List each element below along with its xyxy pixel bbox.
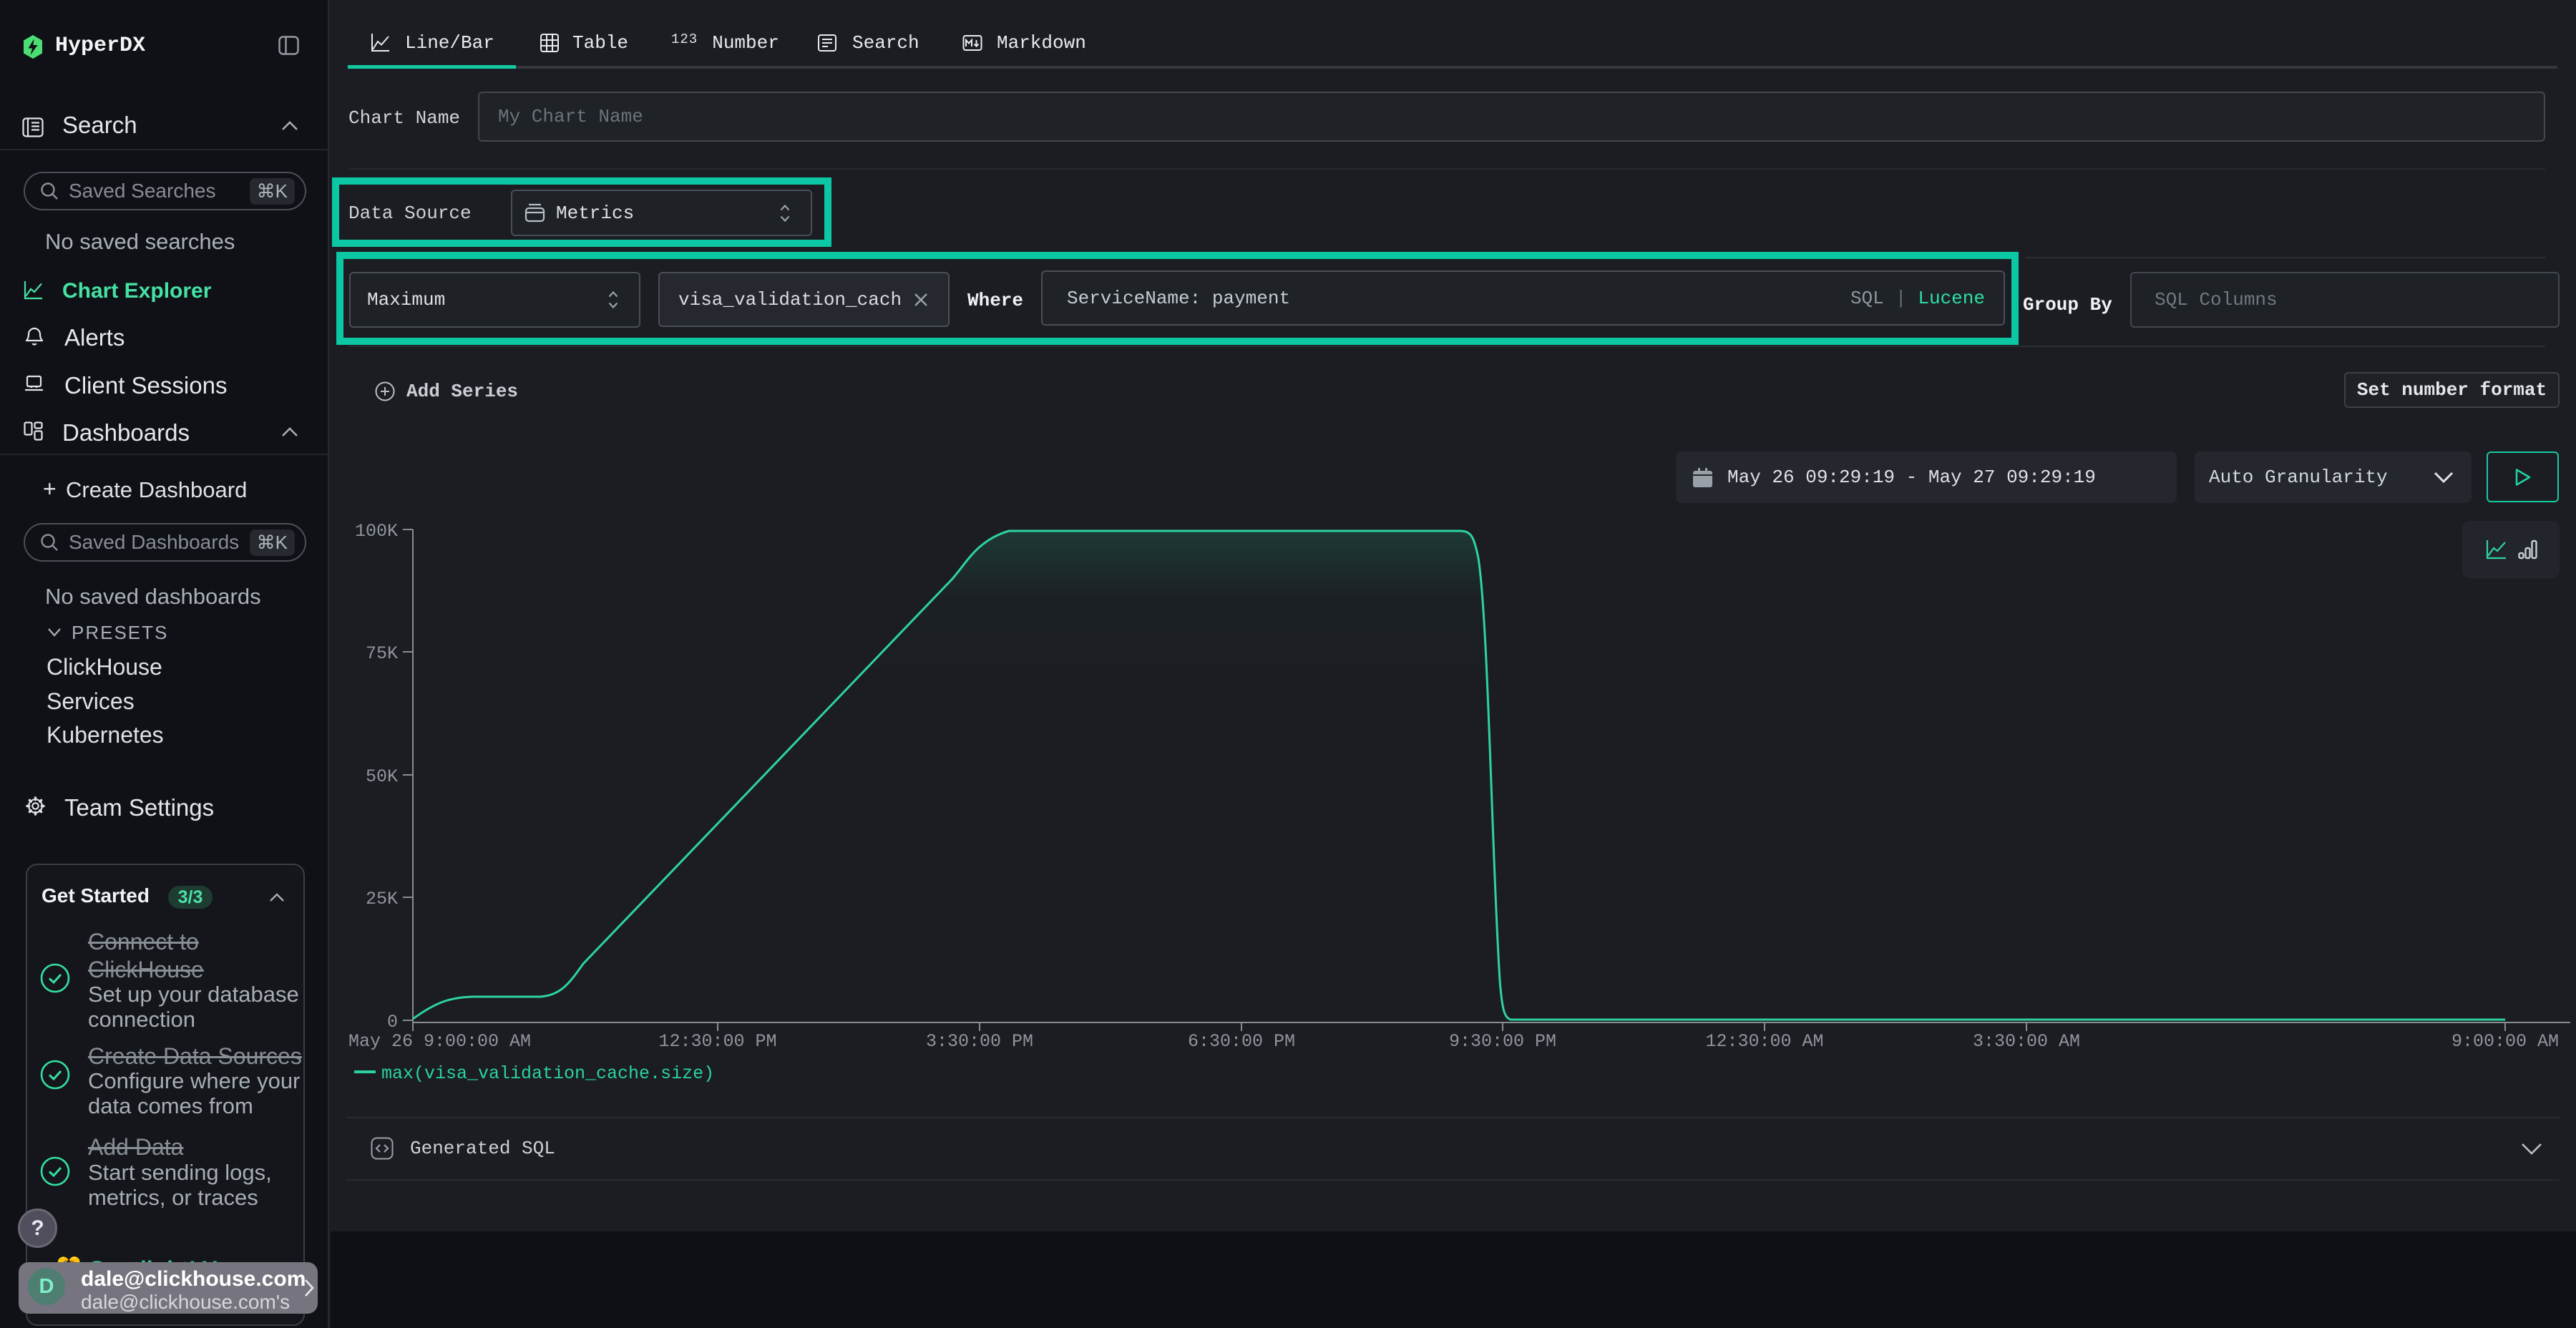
svg-text:75K: 75K bbox=[366, 643, 398, 664]
svg-text:max(visa_validation_cache.size: max(visa_validation_cache.size) bbox=[381, 1063, 714, 1084]
svg-text:12:30:00 PM: 12:30:00 PM bbox=[658, 1031, 776, 1052]
svg-text:3:30:00 PM: 3:30:00 PM bbox=[926, 1031, 1033, 1052]
svg-text:12:30:00 AM: 12:30:00 AM bbox=[1705, 1031, 1823, 1052]
svg-text:9:00:00 AM: 9:00:00 AM bbox=[2451, 1031, 2559, 1052]
svg-text:6:30:00 PM: 6:30:00 PM bbox=[1188, 1031, 1295, 1052]
svg-text:100K: 100K bbox=[355, 521, 398, 542]
svg-text:3:30:00 AM: 3:30:00 AM bbox=[1973, 1031, 2080, 1052]
svg-text:May 26 9:00:00 AM: May 26 9:00:00 AM bbox=[348, 1031, 531, 1052]
svg-text:9:30:00 PM: 9:30:00 PM bbox=[1449, 1031, 1556, 1052]
svg-text:25K: 25K bbox=[366, 889, 398, 909]
svg-text:0: 0 bbox=[387, 1012, 398, 1032]
svg-text:50K: 50K bbox=[366, 766, 398, 787]
